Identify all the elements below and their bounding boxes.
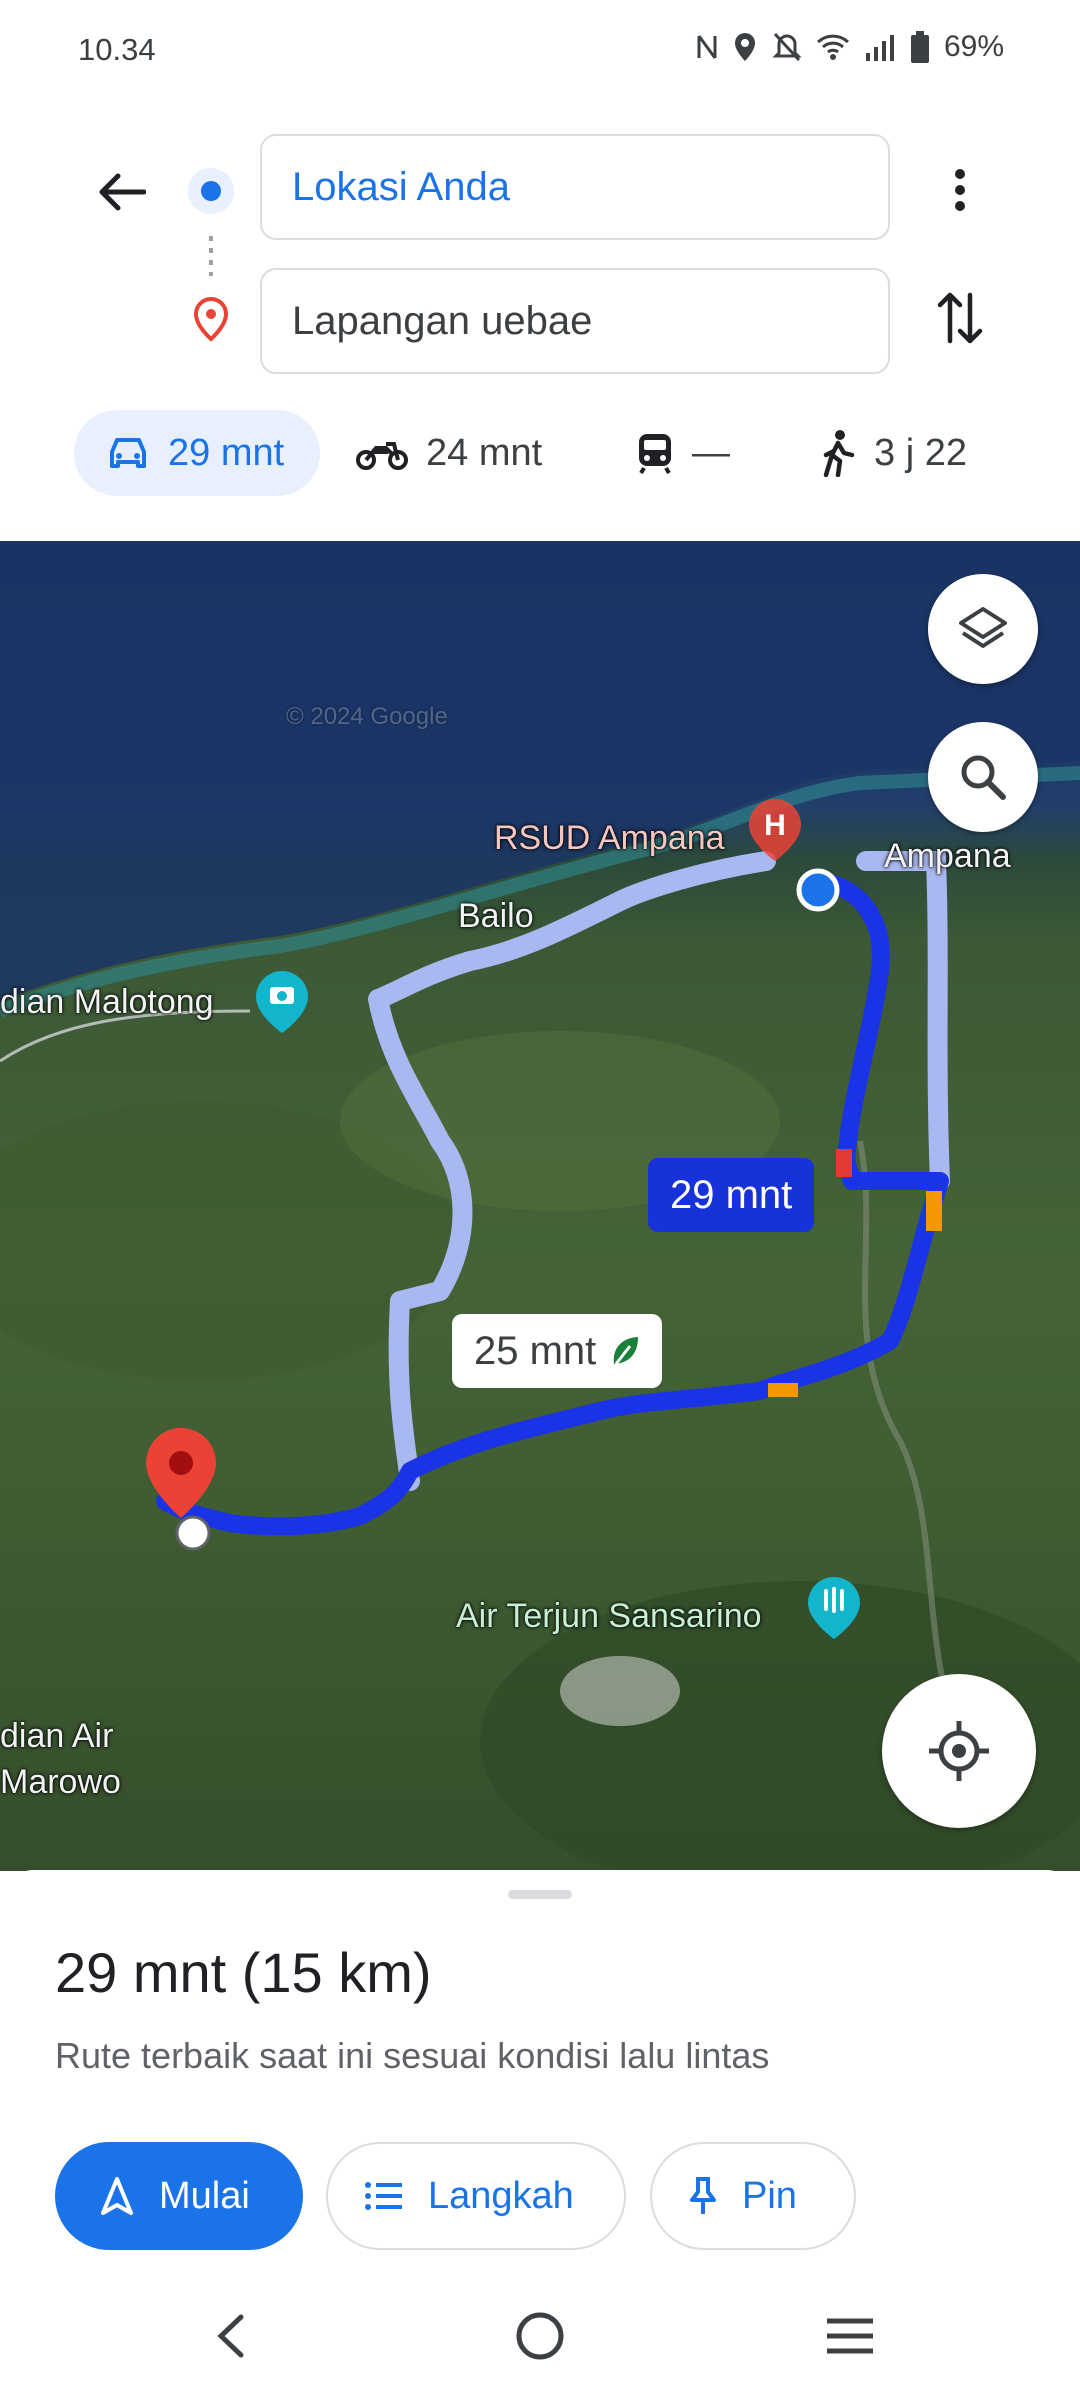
destination-pin-icon	[192, 296, 230, 347]
mute-icon	[772, 32, 802, 62]
map-search-button[interactable]	[928, 722, 1038, 832]
route-description: Rute terbaik saat ini sesuai kondisi lal…	[55, 2035, 770, 2076]
mode-car-label: 29 mnt	[168, 431, 285, 474]
route-connector	[209, 236, 213, 276]
mode-walk-tab[interactable]: 3 j 22	[820, 410, 967, 496]
swap-vert-icon	[937, 292, 983, 344]
back-button[interactable]	[90, 160, 154, 224]
train-icon	[639, 434, 671, 474]
mode-transit-tab[interactable]: —	[636, 410, 730, 496]
battery-icon	[910, 31, 929, 63]
steps-label: Langkah	[428, 2174, 574, 2217]
map-label-sansarino[interactable]: Air Terjun Sansarino	[456, 1597, 762, 1636]
motorcycle-icon	[356, 442, 408, 470]
wifi-icon	[816, 34, 849, 60]
mode-car-tab[interactable]: 29 mnt	[74, 410, 320, 496]
destination-text: Lapangan uebae	[292, 298, 593, 343]
signal-icon	[865, 35, 894, 61]
mode-motorcycle-label: 24 mnt	[426, 431, 543, 474]
steps-button[interactable]: Langkah	[326, 2142, 626, 2250]
pushpin-icon	[690, 2177, 716, 2214]
pin-label: Pin	[742, 2174, 797, 2217]
map-label-air-marowo-1[interactable]: dian Air	[0, 1717, 113, 1756]
route-alt-time: 25 mnt	[474, 1328, 597, 1373]
route-summary: 29 mnt (15 km)	[55, 1941, 432, 2004]
origin-dot-icon	[188, 168, 234, 214]
mode-transit-label: —	[692, 431, 730, 474]
destination-input[interactable]: Lapangan uebae	[260, 268, 890, 374]
home-circle-icon	[516, 2312, 564, 2360]
map-label-malotong[interactable]: dian Malotong	[0, 983, 214, 1022]
origin-input[interactable]: Lokasi Anda	[260, 134, 890, 240]
chevron-left-icon	[217, 2314, 244, 2358]
nfc-icon	[697, 35, 717, 59]
map-view[interactable]: H © 2024 Google RSUD Ampana Ampana Bailo…	[0, 541, 1080, 1871]
status-time: 10.34	[78, 32, 156, 67]
car-icon	[110, 438, 146, 468]
my-location-icon	[929, 1721, 989, 1781]
mode-walk-label: 3 j 22	[874, 431, 967, 474]
route-main-label[interactable]: 29 mnt	[648, 1158, 815, 1232]
layers-icon	[959, 607, 1007, 648]
battery-percent: 69%	[943, 30, 1004, 63]
route-main-time: 29 mnt	[670, 1172, 793, 1217]
list-icon	[365, 2182, 402, 2210]
swap-button[interactable]	[928, 286, 992, 350]
pin-button[interactable]: Pin	[650, 2142, 856, 2250]
svg-text:H: H	[764, 809, 786, 842]
more-options-button[interactable]	[930, 160, 990, 220]
map-label-ampana[interactable]: Ampana	[884, 837, 1011, 876]
my-location-button[interactable]	[882, 1674, 1036, 1828]
more-vert-icon	[955, 169, 965, 211]
map-terrain: H	[0, 541, 1080, 1871]
navigation-arrow-icon	[101, 2177, 133, 2215]
menu-lines-icon	[827, 2318, 873, 2354]
map-label-rsud[interactable]: RSUD Ampana	[494, 819, 725, 858]
status-bar: 10.34 69%	[0, 0, 1080, 100]
walk-icon	[823, 430, 855, 477]
sheet-drag-handle[interactable]	[508, 1890, 572, 1899]
nav-home-button[interactable]	[510, 2306, 570, 2366]
map-watermark: © 2024 Google	[286, 703, 448, 730]
start-label: Mulai	[159, 2174, 250, 2217]
route-alt-label[interactable]: 25 mnt	[452, 1314, 663, 1388]
nav-recents-button[interactable]	[820, 2306, 880, 2366]
eco-leaf-icon	[614, 1337, 639, 1365]
search-icon	[961, 755, 1006, 800]
location-icon	[734, 33, 755, 61]
layers-button[interactable]	[928, 574, 1038, 684]
nav-back-button[interactable]	[200, 2306, 260, 2366]
origin-text: Lokasi Anda	[292, 164, 510, 209]
system-nav-bar	[0, 2280, 1080, 2388]
start-button[interactable]: Mulai	[55, 2142, 303, 2250]
mode-motorcycle-tab[interactable]: 24 mnt	[356, 410, 542, 496]
arrow-back-icon	[99, 173, 146, 211]
map-label-air-marowo-2[interactable]: Marowo	[0, 1763, 121, 1802]
map-label-bailo[interactable]: Bailo	[458, 897, 534, 936]
